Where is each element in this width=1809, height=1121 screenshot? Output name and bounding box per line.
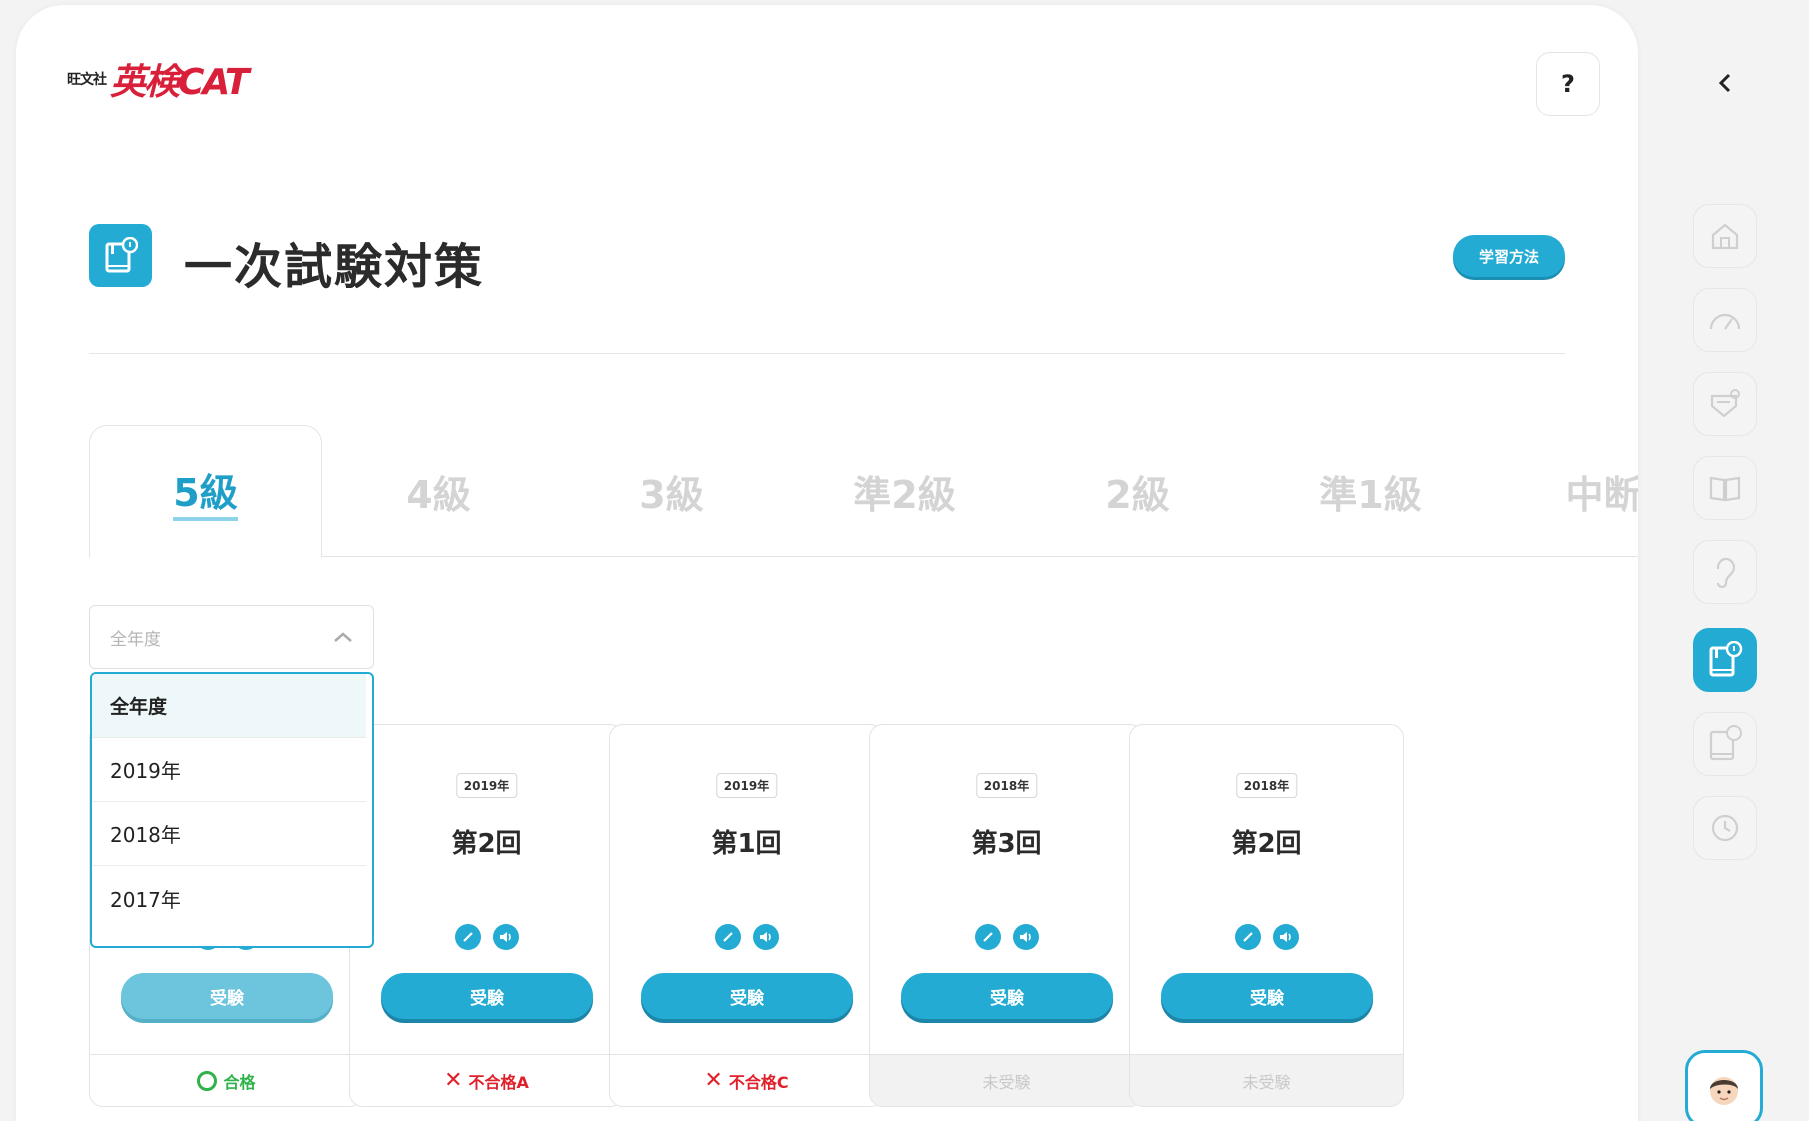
tab-grade-5[interactable]: 5級: [89, 425, 322, 558]
history-icon[interactable]: [1693, 796, 1757, 860]
year-badge: 2019年: [455, 773, 518, 798]
result-label: 合格: [223, 1072, 256, 1092]
speaker-icon[interactable]: [1012, 924, 1039, 950]
exam-card: 2018年 第3回 受験 未受験: [869, 724, 1144, 1107]
logo-publisher: 旺文社: [67, 72, 107, 88]
exam-card: 2018年 第2回 受験 未受験: [1129, 724, 1404, 1107]
round-title: 第2回: [451, 829, 522, 859]
gauge-icon[interactable]: [1693, 288, 1757, 352]
result-fail: ✕ 不合格A: [350, 1054, 623, 1106]
result-not-taken: 未受験: [870, 1054, 1143, 1106]
speaker-icon[interactable]: [492, 924, 519, 950]
take-exam-button[interactable]: 受験: [641, 973, 853, 1019]
result-fail: ✕ 不合格C: [610, 1054, 883, 1106]
card-icons: [610, 924, 883, 950]
ear-icon[interactable]: [1693, 540, 1757, 604]
fail-x-icon: ✕: [704, 1067, 723, 1093]
year-badge: 2018年: [1235, 773, 1298, 798]
fail-x-icon: ✕: [444, 1067, 463, 1093]
grade-tabs: 5級 4級 3級 準2級 2級 準1級 中断: [89, 425, 1638, 558]
book-icon[interactable]: [1693, 456, 1757, 520]
pencil-icon[interactable]: [974, 924, 1001, 950]
dropdown-option-all[interactable]: 全年度: [92, 674, 366, 738]
exam-book-2-icon[interactable]: [1693, 712, 1757, 776]
dropdown-option-2018[interactable]: 2018年: [92, 802, 366, 866]
exam-card: 2019年 第2回 受験 ✕ 不合格A: [349, 724, 624, 1107]
help-button[interactable]: ?: [1536, 52, 1600, 116]
pencil-icon[interactable]: [454, 924, 481, 950]
exam-card: 2019年 第1回 受験 ✕ 不合格C: [609, 724, 884, 1107]
logo: 旺文社 英検CAT: [67, 53, 249, 105]
round-title: 第2回: [1231, 829, 1302, 859]
chevron-left-icon[interactable]: [1710, 68, 1740, 98]
take-exam-button[interactable]: 受験: [901, 973, 1113, 1019]
dropdown-option-2019[interactable]: 2019年: [92, 738, 366, 802]
study-method-button[interactable]: 学習方法: [1453, 235, 1565, 277]
user-avatar-icon: [1710, 1077, 1738, 1105]
divider: [89, 353, 1565, 354]
result-label: 不合格C: [728, 1072, 789, 1092]
exam-book-icon: [89, 224, 152, 287]
result-not-taken: 未受験: [1130, 1054, 1403, 1106]
speaker-icon[interactable]: [1272, 924, 1299, 950]
year-badge: 2018年: [975, 773, 1038, 798]
result-label: 不合格A: [468, 1072, 529, 1092]
round-title: 第1回: [711, 829, 782, 859]
card-icons: [350, 924, 623, 950]
logo-brand: 英検CAT: [110, 62, 249, 103]
chevron-up-icon: [334, 632, 352, 642]
year-badge: 2019年: [715, 773, 778, 798]
avatar[interactable]: [1685, 1050, 1763, 1121]
round-title: 第3回: [971, 829, 1042, 859]
take-exam-button[interactable]: 受験: [121, 973, 333, 1019]
pencil-icon[interactable]: [1234, 924, 1261, 950]
tab-grade-3[interactable]: 3級: [555, 425, 788, 558]
dropdown-option-2017[interactable]: 2017年: [92, 866, 366, 930]
exam-book-icon[interactable]: [1693, 628, 1757, 692]
help-label: ?: [1561, 70, 1575, 98]
tab-label: 5級: [173, 462, 238, 521]
take-exam-button[interactable]: 受験: [1161, 973, 1373, 1019]
card-icons: [1130, 924, 1403, 950]
tab-grade-pre1[interactable]: 準1級: [1254, 425, 1487, 558]
tab-grade-4[interactable]: 4級: [322, 425, 555, 558]
tab-suspended[interactable]: 中断: [1487, 425, 1638, 558]
tab-grade-2[interactable]: 2級: [1021, 425, 1254, 558]
year-select[interactable]: 全年度: [89, 605, 374, 669]
year-select-value: 全年度: [110, 629, 161, 650]
card-icons: [870, 924, 1143, 950]
tab-grade-pre2[interactable]: 準2級: [788, 425, 1021, 558]
result-pass: 合格: [90, 1054, 363, 1106]
pencil-icon[interactable]: [714, 924, 741, 950]
take-exam-button[interactable]: 受験: [381, 973, 593, 1019]
year-dropdown: 全年度 2019年 2018年 2017年: [90, 672, 374, 948]
test-icon[interactable]: [1693, 372, 1757, 436]
home-icon[interactable]: [1693, 204, 1757, 268]
speaker-icon[interactable]: [752, 924, 779, 950]
page-title: 一次試験対策: [184, 239, 485, 295]
pass-circle-icon: [197, 1070, 218, 1091]
main-panel: 旺文社 英検CAT ? 一次試験対策 学習方法 5級 4級 3級 準2級 2級 …: [16, 5, 1638, 1121]
